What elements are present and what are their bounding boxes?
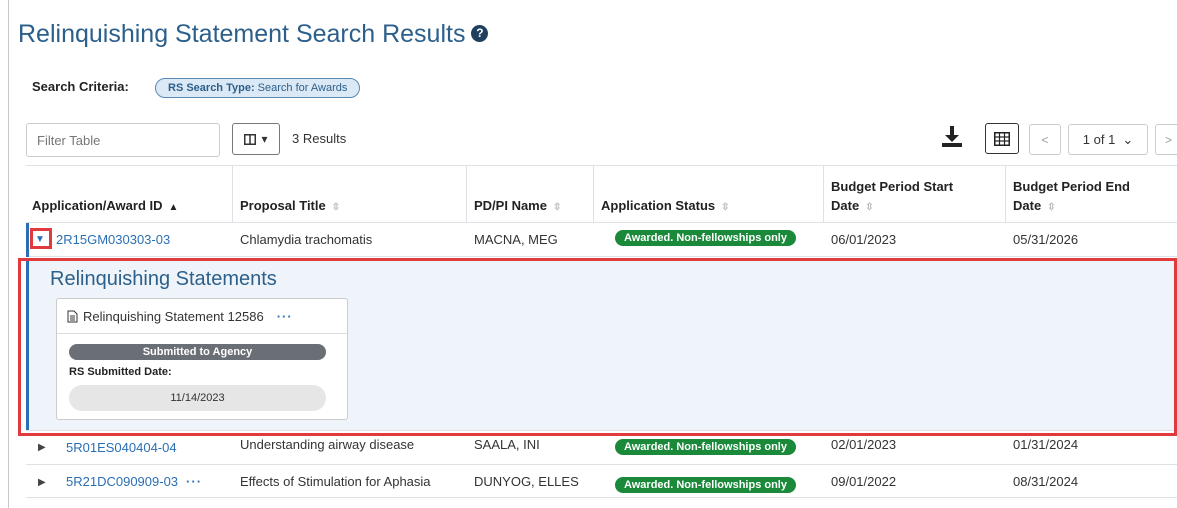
sort-icon: ⇳ [331,202,341,213]
column-toggle-button[interactable]: ▾ [232,123,280,155]
page-select[interactable]: 1 of 1 ⌄ [1068,124,1148,155]
highlight-box [18,258,1177,436]
table-bottom-border [26,497,1177,498]
search-criteria-label: Search Criteria: [32,79,129,94]
col-header-budget-end[interactable]: Budget Period End Date ⇳ [1013,177,1163,217]
expanded-row-marker [26,223,29,257]
column-divider [232,166,233,222]
column-divider [466,166,467,222]
budget-end-cell: 08/31/2024 [1013,474,1079,489]
sort-icon: ⇳ [865,202,874,213]
column-divider [1005,166,1006,222]
table-grid-icon [994,131,1010,146]
col-header-application-status[interactable]: Application Status ⇳ [601,196,730,217]
pi-name-cell: DUNYOG, ELLES [474,474,579,489]
col-header-budget-start[interactable]: Budget Period Start Date ⇳ [831,177,991,217]
status-badge: Awarded. Non-fellowships only [615,477,796,493]
chevron-down-icon: ▾ [261,132,268,146]
column-divider [823,166,824,222]
download-icon[interactable] [939,124,965,150]
sort-icon: ⇳ [552,202,562,213]
sort-icon: ⇳ [721,202,730,213]
pi-name-cell: MACNA, MEG [474,232,558,247]
budget-end-cell: 05/31/2026 [1013,232,1079,247]
page-select-value: 1 of 1 [1082,132,1116,147]
budget-start-cell: 02/01/2023 [831,437,897,452]
row-divider [26,464,1177,465]
col-header-proposal-title[interactable]: Proposal Title ⇳ [240,196,340,217]
status-badge: Awarded. Non-fellowships only [615,439,796,455]
header-bottom-border [26,222,1177,223]
award-id-link[interactable]: 5R21DC090909-03 ··· [66,474,202,489]
more-options-icon[interactable]: ··· [186,474,202,489]
col-header-pi-name[interactable]: PD/PI Name ⇳ [474,196,561,217]
filter-table-input[interactable] [26,123,220,157]
pi-name-cell: SAALA, INI [474,437,540,452]
next-page-button[interactable]: > [1155,124,1177,155]
proposal-title-cell: Understanding airway disease [240,437,415,452]
row-divider [26,256,1177,257]
search-criteria-pill: RS Search Type: Search for Awards [155,78,361,98]
results-count: 3 Results [292,131,347,146]
column-divider [593,166,594,222]
budget-start-cell: 09/01/2022 [831,474,897,489]
proposal-title-cell: Chlamydia trachomatis [240,232,373,247]
col-header-award-id[interactable]: Application/Award ID ▲ [32,196,178,217]
expand-caret-icon[interactable]: ▶ [38,442,46,453]
table-grid-button[interactable] [985,123,1019,154]
page-title: Relinquishing Statement Search Results? [18,20,489,49]
question-circle-icon[interactable]: ? [471,24,489,42]
award-id-link[interactable]: 2R15GM030303-03 [56,232,170,247]
highlight-box [30,228,52,249]
sort-ascending-icon: ▲ [168,202,179,213]
proposal-title-cell: Effects of Stimulation for Aphasia [240,474,431,489]
budget-start-cell: 06/01/2023 [831,232,897,247]
status-badge: Awarded. Non-fellowships only [615,230,796,246]
prev-page-button[interactable]: < [1029,124,1061,155]
chevron-down-icon: ⌄ [1122,131,1134,147]
sort-icon: ⇳ [1047,202,1056,213]
award-id-link[interactable]: 5R01ES040404-04 [66,440,177,455]
columns-icon [244,133,257,145]
budget-end-cell: 01/31/2024 [1013,437,1079,452]
expand-caret-icon[interactable]: ▶ [38,477,46,488]
